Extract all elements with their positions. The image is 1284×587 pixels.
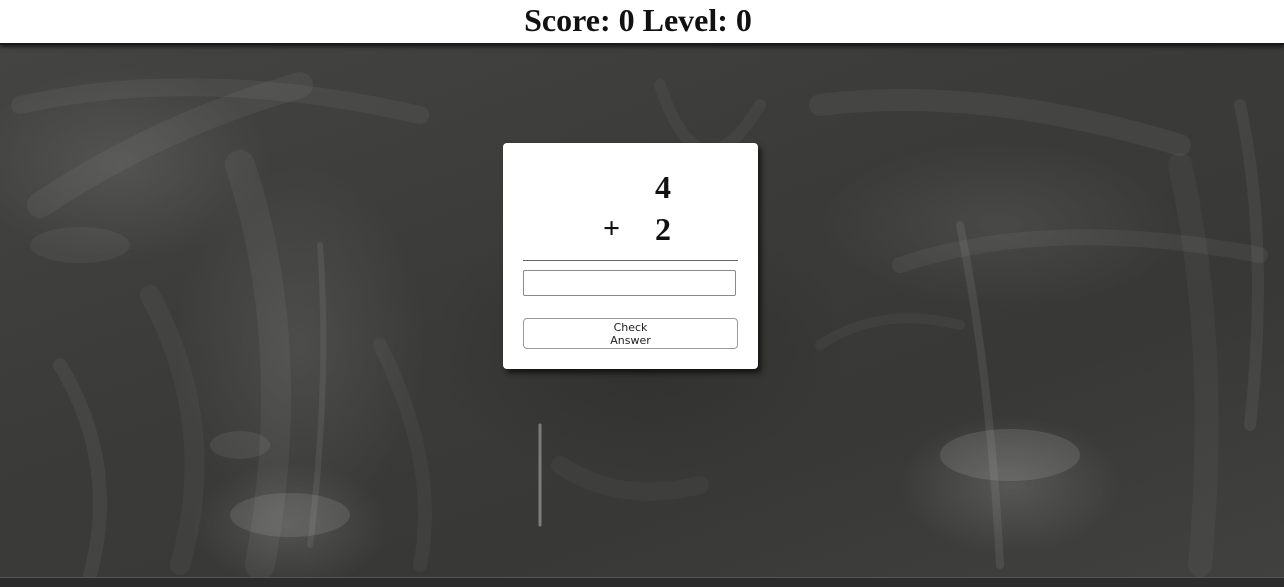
plus-operator: + (603, 212, 621, 245)
sum-divider-line (523, 260, 738, 261)
score-display: Score: 0 (524, 4, 634, 36)
bottom-operand-row: + 2 (603, 211, 671, 247)
level-label: Level: (642, 1, 728, 38)
score-level-display: Score: 0 Level: 0 (524, 4, 760, 36)
level-display: Level: 0 (643, 4, 752, 36)
score-label: Score: (524, 1, 611, 38)
problem-card: 4 + 2 Check Answer (503, 143, 758, 369)
top-operand: 4 (655, 169, 671, 205)
check-answer-button[interactable]: Check Answer (523, 318, 738, 349)
level-value: 0 (735, 1, 752, 38)
score-value: 0 (618, 1, 635, 38)
score-bar: Score: 0 Level: 0 (0, 0, 1284, 45)
bottom-operand: 2 (655, 211, 671, 247)
answer-input[interactable] (523, 270, 736, 296)
bottom-status-strip (0, 577, 1284, 587)
